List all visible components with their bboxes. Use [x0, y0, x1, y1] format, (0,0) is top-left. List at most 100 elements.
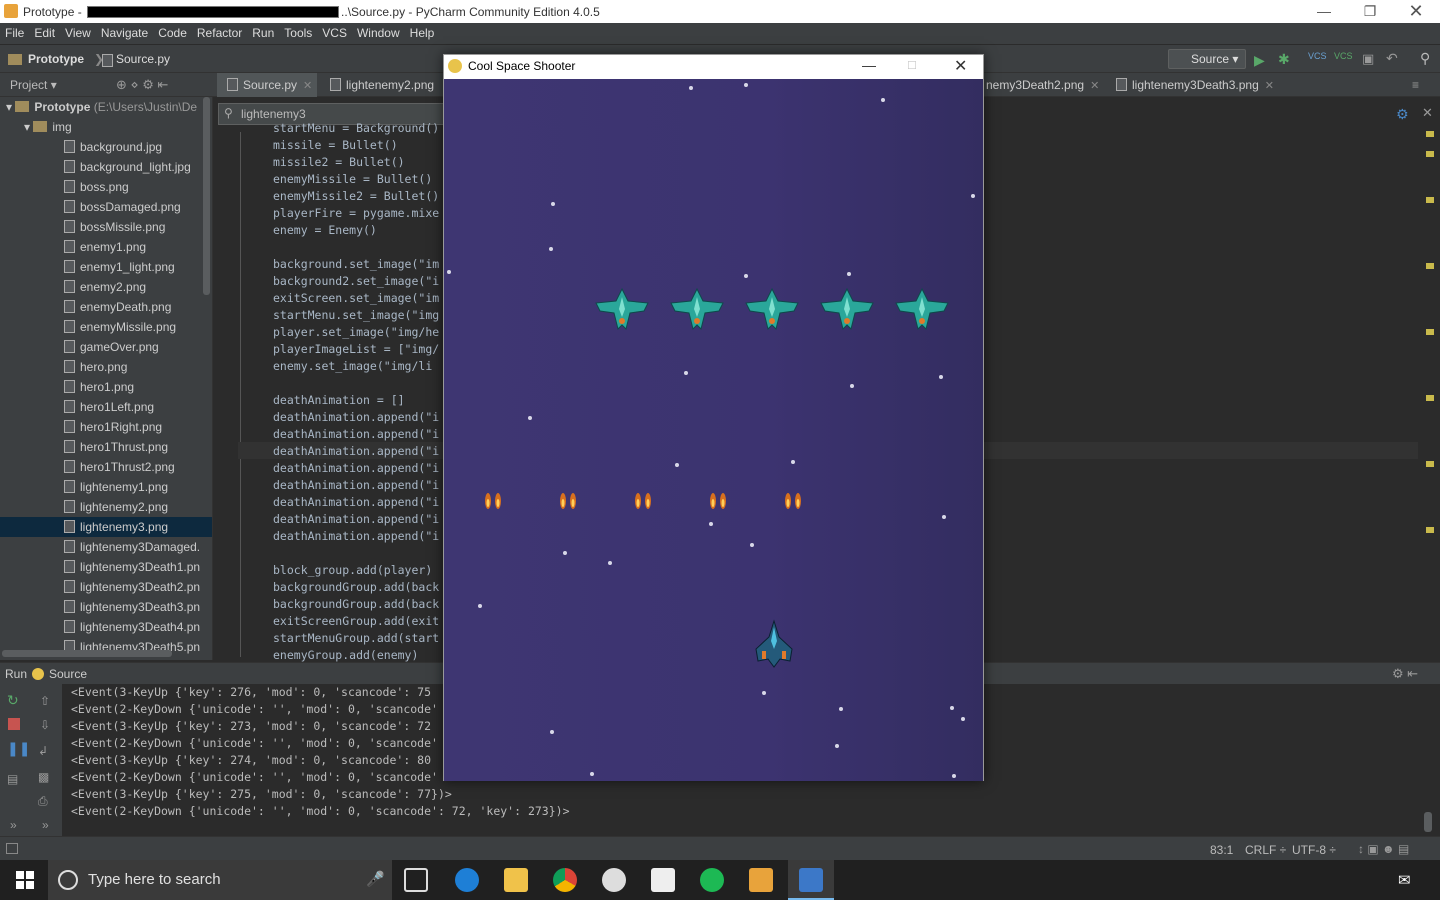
game-minimize-icon[interactable]: — — [862, 57, 876, 73]
file-tree-item[interactable]: enemy1.png — [0, 237, 212, 257]
tab-overflow-icon[interactable]: ≡ — [1412, 78, 1419, 92]
more2-icon[interactable]: » — [42, 818, 49, 832]
chrome-icon[interactable] — [553, 868, 577, 892]
debug-icon[interactable]: ✱ — [1278, 51, 1290, 68]
run-icon[interactable]: ▶ — [1254, 52, 1265, 69]
file-tree-item[interactable]: lightenemy1.png — [0, 477, 212, 497]
status-icons[interactable]: ↕ ▣ ☻ ▤ — [1358, 842, 1409, 856]
tab-close-icon[interactable]: ✕ — [303, 80, 312, 92]
scroll-from-source-icon[interactable]: ⊕ ⋄ ⚙ ⇤ — [116, 77, 168, 93]
menu-navigate[interactable]: Navigate — [96, 23, 153, 40]
tab-lightenemy2[interactable]: lightenemy2.png — [322, 73, 447, 97]
file-tree-item[interactable]: enemy2.png — [0, 277, 212, 297]
mail-icon[interactable] — [651, 868, 675, 892]
menu-help[interactable]: Help — [405, 23, 440, 40]
game-maximize-icon[interactable]: □ — [908, 57, 916, 72]
menu-tools[interactable]: Tools — [279, 23, 317, 40]
edge-icon[interactable] — [455, 868, 479, 892]
stop-icon[interactable] — [8, 718, 20, 730]
microphone-icon[interactable]: 🎤 — [366, 860, 385, 900]
tab-source-py[interactable]: Source.py ✕ — [217, 73, 317, 97]
project-tool-label[interactable]: Project ▾ — [10, 78, 57, 92]
file-tree-item[interactable]: hero1Left.png — [0, 397, 212, 417]
print-icon[interactable]: ⎙ — [38, 794, 48, 809]
tab-lightenemy3death2[interactable]: nemy3Death2.png ✕ — [986, 73, 1106, 97]
file-tree-item[interactable]: hero.png — [0, 357, 212, 377]
game-canvas[interactable] — [444, 79, 983, 781]
tab-lightenemy3death3[interactable]: lightenemy3Death3.png ✕ — [1112, 73, 1292, 97]
python-taskbar-button[interactable] — [788, 860, 834, 900]
more-icon[interactable]: » — [10, 818, 17, 832]
run-config-label[interactable]: Source — [49, 667, 87, 681]
console-scrollbar[interactable] — [1424, 812, 1432, 832]
file-tree-item[interactable]: background_light.jpg — [0, 157, 212, 177]
breadcrumb-project[interactable]: Prototype — [28, 52, 84, 66]
file-encoding[interactable]: UTF-8 ÷ — [1292, 843, 1336, 857]
game-window[interactable]: Cool Space Shooter — □ ✕ — [443, 54, 984, 781]
steam-icon[interactable] — [602, 868, 626, 892]
file-tree-item[interactable]: lightenemy3Death4.pn — [0, 617, 212, 637]
tree-folder-img[interactable]: ▾ img — [0, 117, 212, 137]
file-tree-item[interactable]: hero1Right.png — [0, 417, 212, 437]
file-tree-item[interactable]: hero1Thrust2.png — [0, 457, 212, 477]
file-tree-item[interactable]: lightenemy3Death3.pn — [0, 597, 212, 617]
scroll-end-icon[interactable]: ▩ — [38, 770, 49, 784]
pycharm-taskbar-icon[interactable] — [749, 868, 773, 892]
game-close-icon[interactable]: ✕ — [954, 56, 967, 76]
menu-code[interactable]: Code — [153, 23, 192, 40]
close-search-icon[interactable]: ✕ — [1422, 105, 1433, 121]
file-tree-item[interactable]: lightenemy2.png — [0, 497, 212, 517]
error-stripe[interactable] — [1426, 131, 1436, 631]
tree-root[interactable]: ▾ Prototype (E:\Users\Justin\De — [0, 97, 212, 117]
file-tree-item[interactable]: background.jpg — [0, 137, 212, 157]
vcs-commit-icon[interactable]: VCS — [1334, 51, 1353, 61]
tab-close-icon[interactable]: ✕ — [1090, 80, 1099, 92]
project-hscrollbar[interactable] — [2, 650, 172, 657]
close-icon[interactable]: ✕ — [1393, 0, 1439, 23]
minimize-icon[interactable]: — — [1301, 0, 1347, 23]
menu-vcs[interactable]: VCS — [317, 23, 352, 40]
pause-icon[interactable]: ❚❚ — [7, 740, 30, 757]
search-everywhere-icon[interactable]: ⚲ — [1420, 50, 1430, 67]
restore-layout-icon[interactable]: ▤ — [7, 772, 18, 786]
settings-icon[interactable]: ⚙ — [1396, 106, 1409, 123]
file-tree-item[interactable]: lightenemy3.png — [0, 517, 212, 537]
project-scrollbar[interactable] — [203, 97, 210, 295]
vcs-update-icon[interactable]: VCS — [1308, 51, 1327, 61]
file-explorer-icon[interactable] — [504, 868, 528, 892]
file-tree-item[interactable]: bossDamaged.png — [0, 197, 212, 217]
task-view-icon[interactable] — [404, 868, 428, 892]
history-icon[interactable]: ▣ — [1362, 51, 1374, 67]
notifications-icon[interactable]: ✉ — [1398, 871, 1411, 889]
file-tree-item[interactable]: enemy1_light.png — [0, 257, 212, 277]
file-tree-item[interactable]: enemyMissile.png — [0, 317, 212, 337]
restore-icon[interactable]: ❐ — [1347, 0, 1393, 23]
file-tree-item[interactable]: lightenemy3Death2.pn — [0, 577, 212, 597]
menu-run[interactable]: Run — [247, 23, 279, 40]
breadcrumb-file[interactable]: Source.py — [116, 52, 170, 66]
menu-edit[interactable]: Edit — [29, 23, 60, 40]
file-tree-item[interactable]: bossMissile.png — [0, 217, 212, 237]
revert-icon[interactable]: ↶ — [1386, 50, 1398, 67]
file-tree-item[interactable]: hero1Thrust.png — [0, 437, 212, 457]
tab-close-icon[interactable]: ✕ — [1265, 80, 1274, 92]
file-tree-item[interactable]: gameOver.png — [0, 337, 212, 357]
menu-window[interactable]: Window — [352, 23, 405, 40]
caret-position[interactable]: 83:1 — [1210, 843, 1233, 857]
file-tree-item[interactable]: lightenemy3Death1.pn — [0, 557, 212, 577]
soft-wrap-icon[interactable]: ↲ — [38, 744, 48, 758]
menu-refactor[interactable]: Refactor — [192, 23, 247, 40]
file-tree-item[interactable]: hero1.png — [0, 377, 212, 397]
down-icon[interactable]: ⇩ — [40, 718, 50, 732]
file-tree-item[interactable]: lightenemy3Damaged. — [0, 537, 212, 557]
menu-file[interactable]: File — [0, 23, 29, 40]
rerun-icon[interactable]: ↻ — [7, 692, 19, 709]
up-icon[interactable]: ⇧ — [40, 694, 50, 708]
file-tree-item[interactable]: enemyDeath.png — [0, 297, 212, 317]
tool-windows-icon[interactable] — [6, 843, 18, 854]
spotify-icon[interactable] — [700, 868, 724, 892]
line-separator[interactable]: CRLF ÷ — [1245, 843, 1286, 857]
menu-view[interactable]: View — [60, 23, 96, 40]
taskbar-search-input[interactable]: Type here to search 🎤 — [48, 860, 392, 900]
windows-start-icon[interactable] — [16, 871, 34, 889]
